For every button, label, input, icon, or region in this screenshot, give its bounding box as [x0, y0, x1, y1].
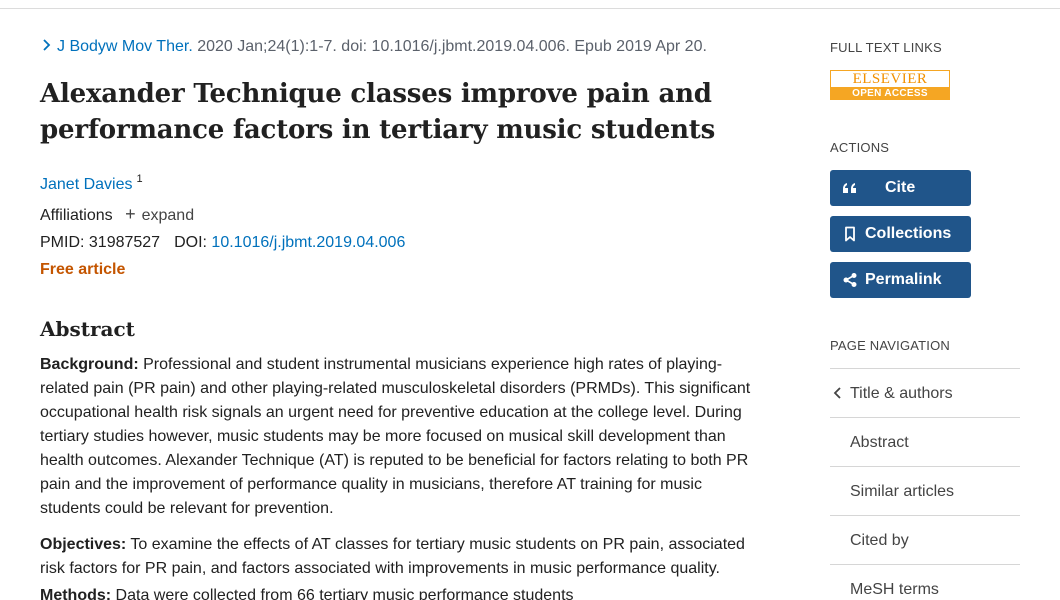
nav-item-label: Similar articles — [850, 483, 955, 500]
cite-label: Cite — [885, 179, 916, 196]
page-navigation-heading: PAGE NAVIGATION — [830, 338, 951, 353]
abstract-objectives: Objectives: To examine the effects of AT… — [40, 533, 762, 581]
nav-item-label: Title & authors — [850, 385, 953, 402]
journal-link[interactable]: J Bodyw Mov Ther. — [57, 38, 193, 55]
background-text: Professional and student instrumental mu… — [40, 356, 751, 517]
full-text-links-heading: FULL TEXT LINKS — [830, 40, 942, 55]
elsevier-logo-text: ELSEVIER — [831, 71, 949, 87]
pmid-label: PMID: — [40, 234, 89, 251]
citation-line: J Bodyw Mov Ther. 2020 Jan;24(1):1-7. do… — [40, 37, 762, 57]
author-link[interactable]: Janet Davies — [40, 176, 133, 193]
abstract-methods: Methods: Data were collected from 66 ter… — [40, 584, 762, 600]
top-divider — [0, 8, 1060, 9]
nav-item-label: Abstract — [850, 434, 909, 451]
background-label: Background: — [40, 356, 139, 373]
permalink-button[interactable]: Permalink — [830, 262, 971, 298]
nav-item-mesh-terms[interactable]: MeSH terms — [830, 564, 1020, 600]
page-navigation-list: Title & authors Abstract Similar article… — [830, 368, 1020, 600]
article-title: Alexander Technique classes improve pain… — [40, 79, 716, 145]
open-access-text: OPEN ACCESS — [852, 88, 928, 99]
share-icon — [843, 273, 857, 287]
affiliations-label: Affiliations — [40, 207, 113, 224]
doi-link[interactable]: 10.1016/j.jbmt.2019.04.006 — [211, 234, 405, 251]
affiliations-row: Affiliations + expand — [40, 204, 195, 226]
pmid-value: 31987527 — [88, 234, 161, 251]
nav-item-label: Cited by — [850, 532, 909, 549]
expand-affiliations-button[interactable]: + expand — [125, 204, 195, 224]
doi-label: DOI: — [174, 234, 212, 251]
identifiers-row: PMID: 31987527 DOI: 10.1016/j.jbmt.2019.0… — [40, 233, 405, 253]
chevron-left-icon — [833, 387, 841, 399]
nav-item-cited-by[interactable]: Cited by — [830, 515, 1020, 564]
citation-details: 2020 Jan;24(1):1-7. doi: 10.1016/j.jbmt.… — [192, 38, 707, 55]
methods-text: Data were collected from 66 tertiary mus… — [111, 587, 574, 600]
free-article-badge: Free article — [40, 261, 126, 278]
objectives-label: Objectives: — [40, 536, 127, 553]
chevron-right-icon[interactable] — [40, 38, 54, 52]
author-affiliation-number[interactable]: 1 — [137, 173, 143, 185]
collections-button[interactable]: Collections — [830, 216, 971, 252]
objectives-text: To examine the effects of AT classes for… — [40, 536, 745, 577]
author-list: Janet Davies 1 — [40, 169, 143, 195]
bookmark-icon — [845, 226, 855, 242]
quote-icon — [843, 183, 856, 193]
collections-label: Collections — [865, 225, 952, 242]
plus-icon: + — [125, 204, 136, 224]
nav-item-abstract[interactable]: Abstract — [830, 417, 1020, 466]
methods-label: Methods: — [40, 587, 112, 600]
nav-item-title-authors[interactable]: Title & authors — [830, 368, 1020, 417]
nav-item-similar-articles[interactable]: Similar articles — [830, 466, 1020, 515]
permalink-label: Permalink — [865, 271, 942, 288]
expand-label: expand — [141, 207, 195, 224]
nav-item-label: MeSH terms — [850, 581, 939, 598]
abstract-background: Background: Professional and student ins… — [40, 353, 762, 521]
cite-button[interactable]: Cite — [830, 170, 971, 206]
actions-heading: ACTIONS — [830, 140, 890, 155]
abstract-heading: Abstract — [40, 317, 135, 341]
elsevier-open-access-link[interactable]: ELSEVIER OPEN ACCESS — [830, 70, 950, 100]
